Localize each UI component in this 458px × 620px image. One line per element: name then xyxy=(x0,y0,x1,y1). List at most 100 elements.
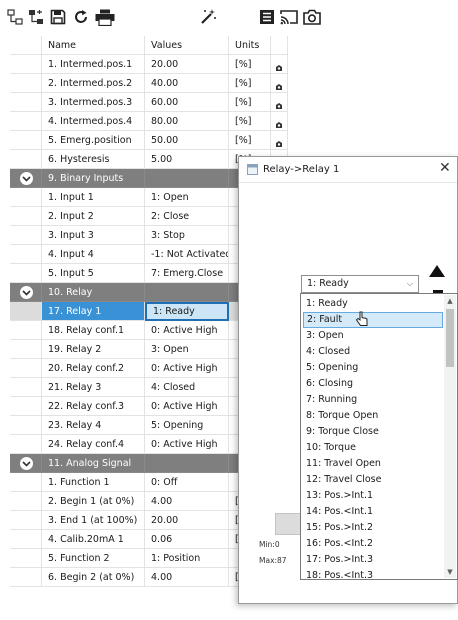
parameter-value[interactable]: -1: Not Activated xyxy=(145,245,229,264)
parameter-name[interactable]: 10. Relay xyxy=(42,283,145,302)
column-header-name[interactable]: Name xyxy=(42,36,145,55)
dropdown-option[interactable]: 16: Pos.<Int.2 xyxy=(303,536,443,552)
table-row[interactable]: 4. Intermed.pos.4 80.00 [%] xyxy=(10,112,302,131)
parameter-value[interactable]: 5.00 xyxy=(145,150,229,169)
column-header-values[interactable]: Values xyxy=(145,36,229,55)
parameter-name[interactable]: 5. Input 5 xyxy=(42,264,145,283)
parameter-name[interactable]: 20. Relay conf.2 xyxy=(42,359,145,378)
collapse-icon[interactable] xyxy=(20,286,33,299)
parameter-name[interactable]: 3. Input 3 xyxy=(42,226,145,245)
parameter-value[interactable]: 60.00 xyxy=(145,93,229,112)
dropdown-option[interactable]: 1: Ready xyxy=(303,296,443,312)
parameter-name[interactable]: 19. Relay 2 xyxy=(42,340,145,359)
parameter-value[interactable]: 2: Close xyxy=(145,207,229,226)
parameter-name[interactable]: 4. Calib.20mA 1 xyxy=(42,530,145,549)
column-header-units[interactable]: Units xyxy=(229,36,271,55)
parameter-value[interactable]: 5: Opening xyxy=(145,416,229,435)
dropdown-scrollbar[interactable]: ▲ ▼ xyxy=(444,295,456,578)
parameter-value[interactable]: 3: Open xyxy=(145,340,229,359)
dropdown-option[interactable]: 17: Pos.>Int.3 xyxy=(303,552,443,568)
parameter-name[interactable]: 9. Binary Inputs xyxy=(42,169,145,188)
parameter-name[interactable]: 18. Relay conf.1 xyxy=(42,321,145,340)
parameter-name[interactable]: 5. Emerg.position xyxy=(42,131,145,150)
table-row[interactable]: 1. Intermed.pos.1 20.00 [%] xyxy=(10,55,302,74)
parameter-value[interactable]: 0: Active High xyxy=(145,321,229,340)
parameter-name[interactable]: 4. Input 4 xyxy=(42,245,145,264)
parameter-name[interactable]: 6. Hysteresis xyxy=(42,150,145,169)
parameter-info-icon[interactable] xyxy=(275,79,283,90)
cast-icon[interactable] xyxy=(279,6,299,28)
scrollbar-thumb[interactable] xyxy=(446,309,454,367)
refresh-icon[interactable] xyxy=(72,6,90,28)
parameter-name[interactable]: 22. Relay conf.3 xyxy=(42,397,145,416)
relay-function-select[interactable]: 1: Ready ⌵ xyxy=(301,275,419,293)
parameter-value[interactable]: 20.00 xyxy=(145,511,229,530)
arrow-up-icon[interactable] xyxy=(429,265,445,277)
parameter-value[interactable]: 50.00 xyxy=(145,131,229,150)
parameter-info-icon[interactable] xyxy=(275,136,283,147)
list-view-icon[interactable] xyxy=(258,6,276,28)
table-row[interactable]: 2. Intermed.pos.2 40.00 [%] xyxy=(10,74,302,93)
parameter-value[interactable] xyxy=(145,283,229,302)
parameter-value[interactable]: 4.00 xyxy=(145,568,229,587)
close-icon[interactable]: ✕ xyxy=(439,161,453,175)
parameter-name[interactable]: 6. Begin 2 (at 0%) xyxy=(42,568,145,587)
dropdown-option[interactable]: 2: Fault xyxy=(303,312,443,328)
parameter-value[interactable]: 40.00 xyxy=(145,74,229,93)
parameter-name[interactable]: 2. Input 2 xyxy=(42,207,145,226)
dropdown-option[interactable]: 18: Pos.<Int.3 xyxy=(303,568,443,584)
parameter-name[interactable]: 3. Intermed.pos.3 xyxy=(42,93,145,112)
collapse-icon[interactable] xyxy=(20,172,33,185)
parameter-value[interactable]: 4.00 xyxy=(145,492,229,511)
magic-wand-icon[interactable] xyxy=(198,6,218,28)
dropdown-option[interactable]: 14: Pos.<Int.1 xyxy=(303,504,443,520)
collapse-icon[interactable] xyxy=(20,457,33,470)
parameter-name[interactable]: 1. Function 1 xyxy=(42,473,145,492)
scroll-down-icon[interactable]: ▼ xyxy=(444,566,456,578)
dropdown-option[interactable]: 6: Closing xyxy=(303,376,443,392)
parameter-value[interactable]: 80.00 xyxy=(145,112,229,131)
print-icon[interactable] xyxy=(94,6,116,28)
dropdown-option[interactable]: 10: Torque xyxy=(303,440,443,456)
parameter-value[interactable] xyxy=(145,169,229,188)
dropdown-option[interactable]: 4: Closed xyxy=(303,344,443,360)
parameter-name[interactable]: 4. Intermed.pos.4 xyxy=(42,112,145,131)
dropdown-option[interactable]: 7: Running xyxy=(303,392,443,408)
parameter-value[interactable] xyxy=(145,454,229,473)
parameter-value[interactable]: 4: Closed xyxy=(145,378,229,397)
parameter-name[interactable]: 1. Intermed.pos.1 xyxy=(42,55,145,74)
dropdown-option[interactable]: 12: Travel Close xyxy=(303,472,443,488)
dropdown-option[interactable]: 8: Torque Open xyxy=(303,408,443,424)
expand-tree-icon[interactable] xyxy=(6,6,24,28)
dropdown-option[interactable]: 11: Travel Open xyxy=(303,456,443,472)
dropdown-option[interactable]: 9: Torque Close xyxy=(303,424,443,440)
parameter-name[interactable]: 21. Relay 3 xyxy=(42,378,145,397)
dropdown-option[interactable]: 5: Opening xyxy=(303,360,443,376)
parameter-value[interactable]: 0: Active High xyxy=(145,435,229,454)
parameter-name[interactable]: 1. Input 1 xyxy=(42,188,145,207)
save-icon[interactable] xyxy=(49,6,67,28)
dropdown-option[interactable]: 15: Pos.>Int.2 xyxy=(303,520,443,536)
parameter-info-icon[interactable] xyxy=(275,117,283,128)
parameter-value[interactable]: 20.00 xyxy=(145,55,229,74)
parameter-value[interactable]: 0: Off xyxy=(145,473,229,492)
parameter-name[interactable]: 2. Intermed.pos.2 xyxy=(42,74,145,93)
parameter-name[interactable]: 5. Function 2 xyxy=(42,549,145,568)
scroll-up-icon[interactable]: ▲ xyxy=(444,295,456,307)
parameter-value[interactable]: 7: Emerg.Close xyxy=(145,264,229,283)
relay-function-dropdown[interactable]: ▲ ▼ 1: Ready 2: Fault 3: Open 4: Closed 5: O… xyxy=(300,293,458,581)
parameter-value[interactable]: 1: Open xyxy=(145,188,229,207)
collapse-tree-icon[interactable] xyxy=(27,6,45,28)
parameter-info-icon[interactable] xyxy=(275,60,283,71)
dropdown-option[interactable]: 13: Pos.>Int.1 xyxy=(303,488,443,504)
camera-icon[interactable] xyxy=(302,6,322,28)
parameter-name[interactable]: 2. Begin 1 (at 0%) xyxy=(42,492,145,511)
parameter-info-icon[interactable] xyxy=(275,98,283,109)
parameter-value[interactable]: 0: Active High xyxy=(145,397,229,416)
table-row[interactable]: 3. Intermed.pos.3 60.00 [%] xyxy=(10,93,302,112)
parameter-value[interactable]: 1: Position xyxy=(145,549,229,568)
parameter-value[interactable]: 0.06 xyxy=(145,530,229,549)
parameter-name[interactable]: 11. Analog Signal xyxy=(42,454,145,473)
parameter-value[interactable]: 0: Active High xyxy=(145,359,229,378)
parameter-value[interactable]: 1: Ready xyxy=(145,302,229,321)
